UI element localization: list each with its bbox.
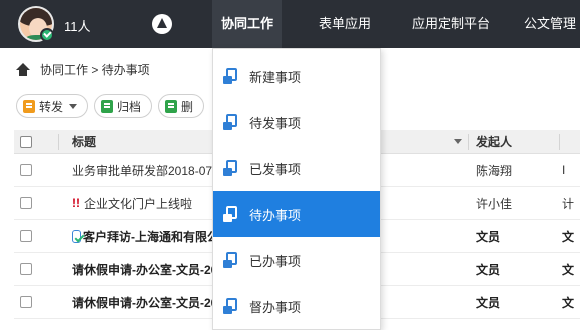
delete-label: 删: [181, 99, 194, 114]
business-approved-icon: [72, 229, 81, 243]
urgent-flag-icon: !!: [72, 196, 80, 210]
breadcrumb: 协同工作 > 待办事项: [16, 58, 150, 82]
delete-button[interactable]: 删: [158, 94, 205, 118]
menu-item-new[interactable]: 新建事项: [213, 53, 380, 99]
row-extra: 文: [562, 262, 575, 277]
row-extra: I: [562, 163, 566, 177]
nav-collaboration[interactable]: 协同工作: [212, 0, 282, 48]
archive-icon: [101, 99, 114, 113]
row-checkbox[interactable]: [20, 263, 32, 275]
home-icon[interactable]: [16, 63, 30, 77]
column-header-title[interactable]: 标题: [72, 130, 219, 153]
row-title[interactable]: 业务审批单研发部2018-07-: [72, 154, 219, 186]
menu-item-label: 已发事项: [249, 161, 302, 177]
top-nav-bar: 11人 协同工作 表单应用 应用定制平台 公文管理: [0, 0, 580, 48]
collaboration-dropdown-menu: 新建事项 待发事项 已发事项 待办事项 已办事项 督办事项: [212, 48, 381, 330]
menu-item-done[interactable]: 已办事项: [213, 237, 380, 283]
menu-item-draft[interactable]: 待发事项: [213, 99, 380, 145]
menu-item-pending[interactable]: 待办事项: [213, 191, 380, 237]
menu-item-label: 新建事项: [249, 69, 302, 85]
menu-item-supervise[interactable]: 督办事项: [213, 283, 380, 329]
document-icon: [223, 298, 238, 314]
row-sender: 陈海翔: [476, 163, 513, 178]
column-header-sender[interactable]: 发起人: [476, 130, 556, 153]
row-checkbox[interactable]: [20, 197, 32, 209]
document-icon: [223, 206, 238, 222]
row-title[interactable]: 请休假申请-办公室-文员-20: [72, 286, 219, 318]
row-extra: 计: [562, 196, 575, 211]
row-extra: 文: [562, 295, 575, 310]
row-checkbox[interactable]: [20, 230, 32, 242]
select-all-checkbox[interactable]: [20, 135, 32, 148]
document-icon: [223, 160, 238, 176]
app-logo-icon[interactable]: [152, 14, 172, 34]
trash-icon: [165, 99, 178, 113]
forward-icon: [23, 99, 35, 113]
row-title[interactable]: 客户拜访-上海通和有限公: [83, 228, 219, 245]
row-sender: 文员: [476, 295, 501, 310]
forward-label: 转发: [39, 99, 64, 114]
document-icon: [223, 68, 238, 84]
forward-button[interactable]: 转发: [16, 94, 89, 118]
sort-caret-icon[interactable]: [454, 139, 462, 144]
row-checkbox[interactable]: [20, 296, 32, 308]
document-icon: [223, 114, 238, 130]
row-extra: 文: [562, 229, 575, 244]
menu-item-sent[interactable]: 已发事项: [213, 145, 380, 191]
nav-app-platform[interactable]: 应用定制平台: [396, 0, 506, 48]
nav-form-apps[interactable]: 表单应用: [306, 0, 384, 48]
archive-button[interactable]: 归档: [94, 94, 153, 118]
row-sender: 许小佳: [476, 196, 513, 211]
chevron-down-icon: [69, 103, 78, 109]
row-checkbox[interactable]: [20, 164, 32, 176]
menu-item-label: 已办事项: [249, 253, 302, 269]
menu-item-label: 督办事项: [249, 299, 302, 315]
toolbar: 转发 归档 删: [16, 94, 210, 118]
row-sender: 文员: [476, 262, 501, 277]
archive-label: 归档: [117, 99, 142, 114]
online-user-count[interactable]: 11人: [64, 16, 91, 35]
menu-item-label: 待办事项: [249, 207, 302, 223]
row-title[interactable]: 企业文化门户上线啦: [84, 195, 192, 212]
row-title[interactable]: 请休假申请-办公室-文员-20: [72, 253, 219, 285]
breadcrumb-text[interactable]: 协同工作 > 待办事项: [40, 58, 150, 82]
nav-document-management[interactable]: 公文管理: [524, 0, 580, 48]
row-sender: 文员: [476, 229, 501, 244]
online-status-icon: [40, 28, 54, 42]
document-icon: [223, 252, 238, 268]
menu-item-label: 待发事项: [249, 115, 302, 131]
